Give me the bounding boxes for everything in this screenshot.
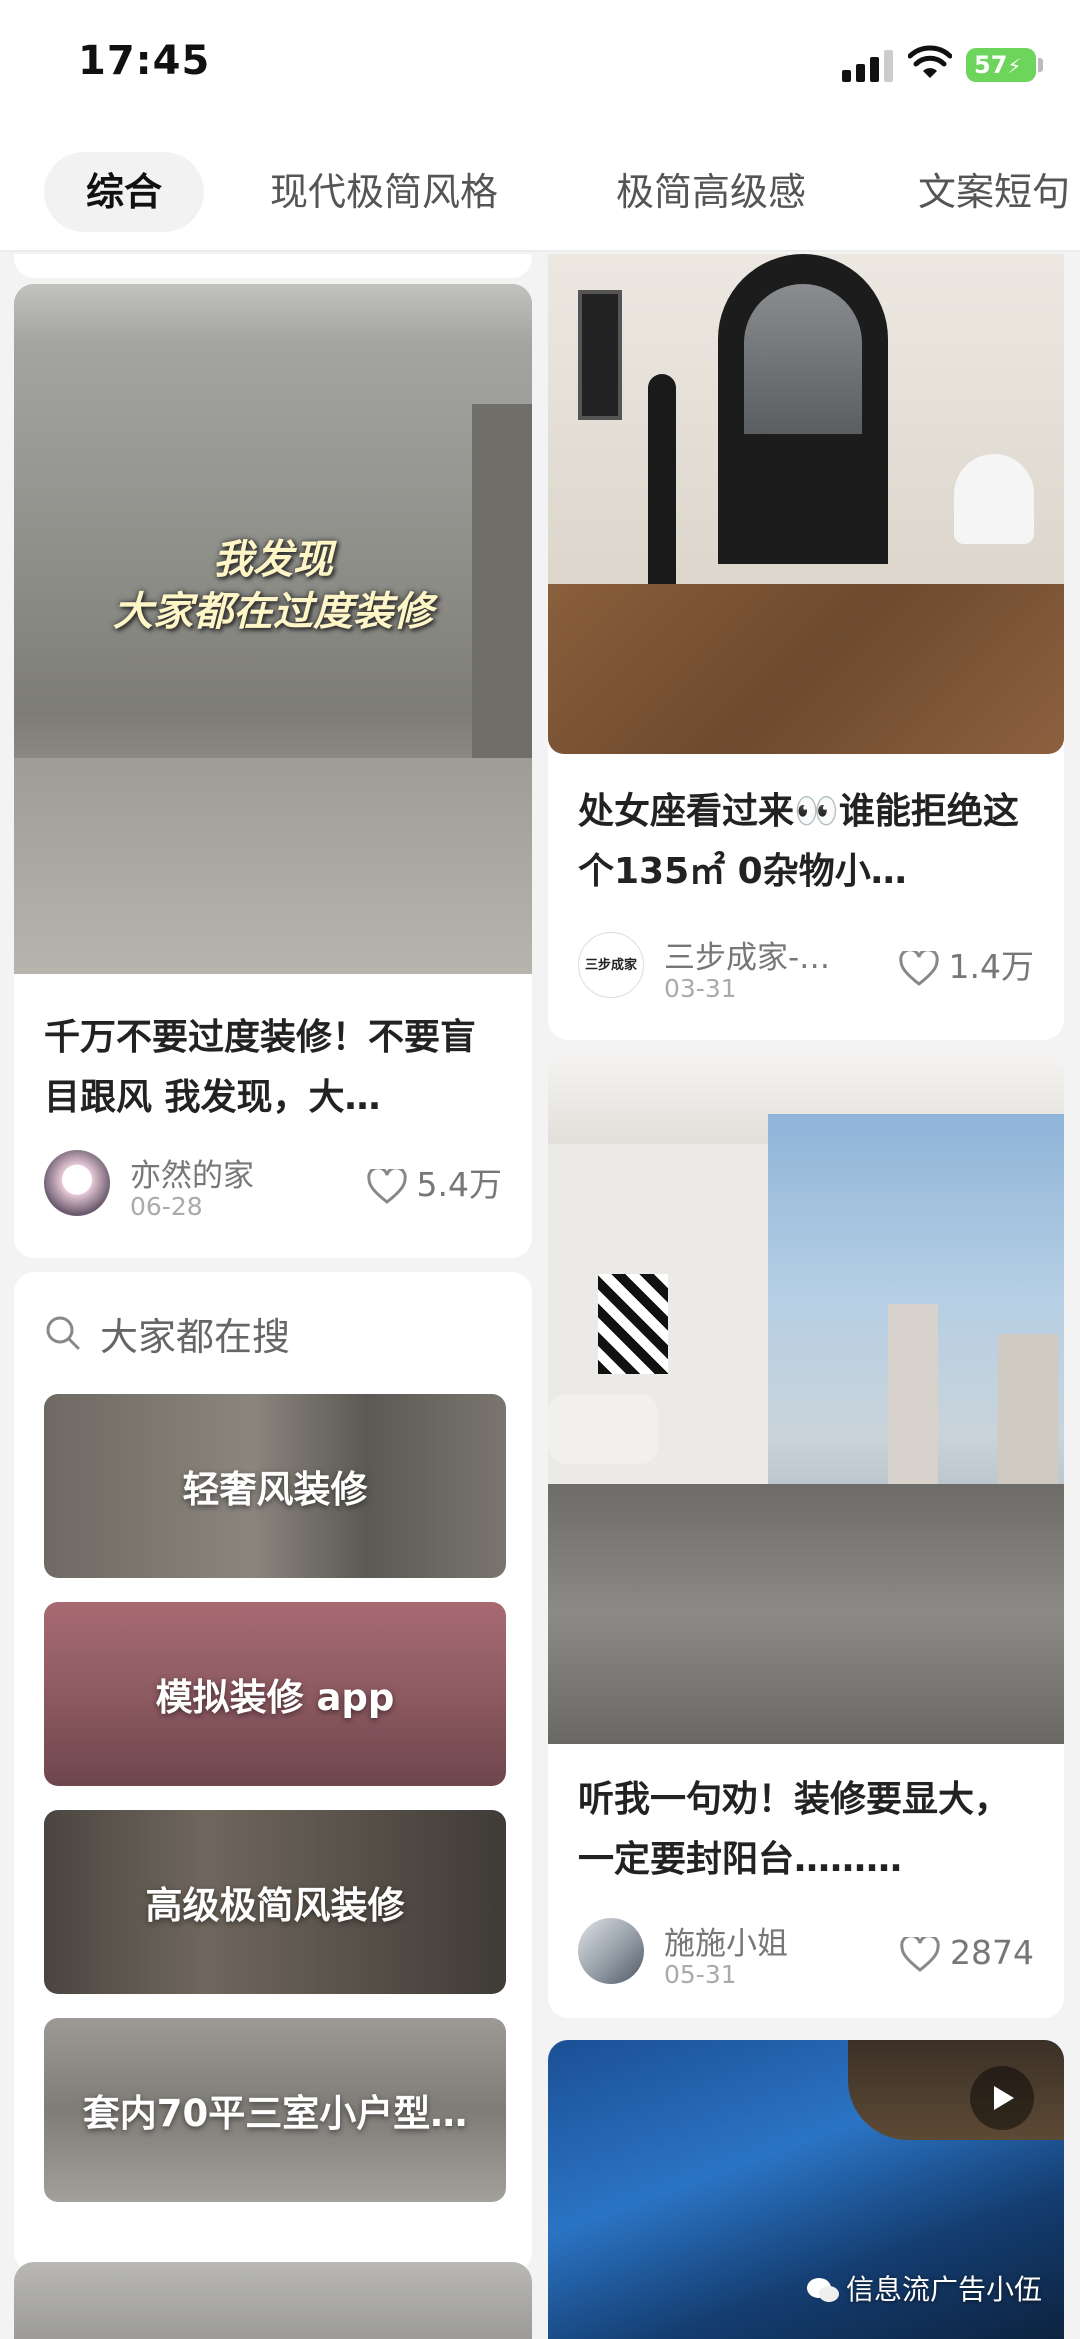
wall-art <box>598 1274 668 1374</box>
overlay-line-1: 我发现 <box>213 537 333 583</box>
vase <box>954 454 1034 544</box>
avatar[interactable] <box>578 1918 644 1984</box>
author-row: 亦然的家 06-28 5.4万 <box>44 1150 502 1221</box>
suggestion-item[interactable]: 模拟装修 app <box>44 1602 506 1786</box>
feed-card[interactable]: 处女座看过来👀谁能拒绝这个135㎡ 0杂物小… 三步成家 三步成家-… 03-3… <box>548 254 1064 1040</box>
battery-level: 57 <box>974 51 1008 79</box>
floor <box>14 758 532 974</box>
author-name[interactable]: 亦然的家 <box>130 1150 254 1195</box>
suggestion-item[interactable]: 轻奢风装修 <box>44 1394 506 1578</box>
avatar[interactable]: 三步成家 <box>578 932 644 998</box>
image-overlay-text: 我发现 大家都在过度装修 <box>14 534 532 638</box>
like-button[interactable]: 5.4万 <box>366 1160 502 1210</box>
play-button[interactable] <box>970 2066 1034 2130</box>
suggestion-label: 轻奢风装修 <box>182 1468 368 1511</box>
sofa <box>548 1394 658 1464</box>
suggestion-label: 高级极简风装修 <box>145 1884 405 1927</box>
author-name[interactable]: 三步成家-… <box>664 932 830 977</box>
like-count: 5.4万 <box>416 1165 502 1204</box>
feed-card[interactable]: 我发现 大家都在过度装修 千万不要过度装修！不要盲目跟风 我发现，大… 亦然的家… <box>14 284 532 1258</box>
suggestion-label: 模拟装修 app <box>155 1676 395 1719</box>
author-row: 施施小姐 05-31 2874 <box>578 1918 1034 1989</box>
wood-floor <box>548 584 1064 754</box>
author-name[interactable]: 施施小姐 <box>664 1918 788 1963</box>
building <box>888 1304 938 1504</box>
search-suggestions: 大家都在搜 轻奢风装修 模拟装修 app 高级极简风装修 套内70平三室小户型… <box>14 1272 532 2272</box>
marble-floor <box>548 1484 1064 1744</box>
battery-tip <box>1038 58 1043 72</box>
ceiling <box>14 284 532 344</box>
avatar[interactable] <box>44 1150 110 1216</box>
suggestion-item[interactable]: 套内70平三室小户型… <box>44 2018 506 2202</box>
suggestion-item[interactable]: 高级极简风装修 <box>44 1810 506 1994</box>
like-button[interactable]: 1.4万 <box>898 942 1034 992</box>
feed-card[interactable]: 听我一句劝！装修要显大，一定要封阳台……… 施施小姐 05-31 2874 <box>548 1054 1064 2018</box>
status-time: 17:45 <box>78 38 211 84</box>
search-label: 大家都在搜 <box>100 1315 291 1359</box>
card-image <box>548 254 1064 754</box>
card-image: 我发现 大家都在过度装修 <box>14 284 532 974</box>
heart-icon <box>366 1168 407 1204</box>
tab-all[interactable]: 综合 <box>44 152 205 232</box>
category-tabs: 综合 现代极简风格 极简高级感 文案短句 <box>0 140 1080 252</box>
tab-minimal-premium[interactable]: 极简高级感 <box>616 152 806 232</box>
wifi-icon <box>908 45 952 78</box>
post-date: 05-31 <box>664 1960 737 1989</box>
battery-icon: 57⚡ <box>966 48 1036 82</box>
heart-icon <box>898 950 939 986</box>
play-icon <box>994 2086 1014 2110</box>
floor-lamp <box>648 374 676 604</box>
post-date: 06-28 <box>130 1192 203 1221</box>
post-date: 03-31 <box>664 974 737 1003</box>
card-title: 听我一句劝！装修要显大，一定要封阳台……… <box>578 1779 1011 1880</box>
signal-icon <box>842 48 896 82</box>
wechat-icon <box>807 2278 839 2302</box>
like-count: 1.4万 <box>948 947 1034 986</box>
tab-modern-minimal[interactable]: 现代极简风格 <box>270 152 498 232</box>
like-button[interactable]: 2874 <box>900 1928 1034 1978</box>
heart-icon <box>900 1936 940 1972</box>
author-row: 三步成家 三步成家-… 03-31 1.4万 <box>578 932 1034 1003</box>
card-partial-top[interactable] <box>14 254 532 278</box>
door-glass <box>744 284 862 434</box>
status-bar: 17:45 57⚡ <box>0 0 1080 140</box>
card-title: 千万不要过度装修！不要盲目跟风 我发现，大… <box>44 1017 477 1118</box>
watermark: 信息流广告小伍 <box>806 2268 1042 2308</box>
overlay-line-2: 大家都在过度装修 <box>113 589 433 635</box>
like-count: 2874 <box>950 1933 1034 1972</box>
card-image <box>548 1054 1064 1744</box>
card-title: 处女座看过来👀谁能拒绝这个135㎡ 0杂物小… <box>578 791 1019 892</box>
tab-copywriting[interactable]: 文案短句 <box>918 152 1070 232</box>
arched-door <box>718 254 888 564</box>
watermark-text: 信息流广告小伍 <box>846 2273 1043 2306</box>
wall-art <box>578 290 622 420</box>
feed-card-partial[interactable] <box>14 2262 532 2339</box>
search-icon <box>46 1316 80 1350</box>
suggestion-label: 套内70平三室小户型… <box>82 2092 468 2135</box>
